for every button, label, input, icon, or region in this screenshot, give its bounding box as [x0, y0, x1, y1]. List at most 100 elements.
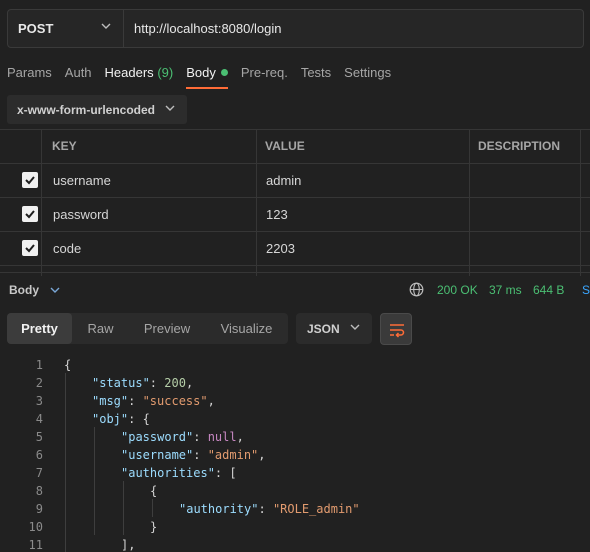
method-select[interactable]: POST	[8, 10, 124, 47]
description-cell[interactable]	[478, 198, 578, 231]
modified-dot-icon	[220, 69, 228, 76]
line-number: 2	[35, 376, 43, 390]
column-divider	[469, 198, 470, 231]
code-line: "obj": {	[92, 412, 150, 426]
key-cell[interactable]: password	[53, 198, 109, 231]
column-divider	[469, 130, 470, 163]
response-size[interactable]: 644 B	[533, 283, 564, 297]
request-bar: POST http://localhost:8080/login	[7, 9, 584, 48]
table-row: code 2203	[0, 232, 590, 266]
headers-count: (9)	[157, 65, 174, 80]
params-table: KEY VALUE DESCRIPTION username admin pas…	[0, 129, 590, 276]
method-label: POST	[18, 21, 54, 36]
url-input[interactable]: http://localhost:8080/login	[124, 10, 281, 47]
row-checkbox[interactable]	[22, 206, 38, 222]
tab-settings[interactable]: Settings	[344, 64, 391, 92]
key-cell[interactable]: code	[53, 232, 81, 265]
format-label: JSON	[307, 321, 340, 336]
description-cell[interactable]	[478, 164, 578, 197]
column-divider	[580, 198, 581, 231]
tab-preview[interactable]: Preview	[129, 313, 205, 344]
status-code[interactable]: 200 OK	[437, 283, 478, 297]
line-number: 9	[35, 502, 43, 516]
checkbox-checked-icon	[25, 176, 35, 185]
body-type-label: x-www-form-urlencoded	[17, 102, 156, 117]
value-cell[interactable]: 123	[266, 198, 288, 231]
value-cell[interactable]: 2203	[266, 232, 295, 265]
line-number: 8	[35, 484, 43, 498]
code-line: "status": 200,	[92, 376, 194, 390]
line-number: 1	[35, 358, 43, 372]
tab-label: Auth	[64, 65, 92, 80]
description-cell[interactable]	[478, 232, 578, 265]
response-bar: Body 200 OK 37 ms 644 B S	[0, 272, 590, 307]
code-line: {	[150, 484, 158, 498]
code-line: "password": null,	[121, 430, 244, 444]
column-divider	[41, 198, 42, 231]
tab-body[interactable]: Body	[186, 64, 228, 92]
column-divider	[256, 232, 257, 265]
tab-raw[interactable]: Raw	[72, 313, 129, 344]
tab-label: Tests	[300, 65, 332, 80]
key-cell[interactable]: username	[53, 164, 111, 197]
line-number: 10	[28, 520, 43, 534]
column-value: VALUE	[265, 139, 305, 153]
column-description: DESCRIPTION	[478, 139, 561, 153]
tab-auth[interactable]: Auth	[65, 64, 92, 92]
tab-pretty[interactable]: Pretty	[7, 313, 72, 344]
indent-guide	[94, 427, 95, 535]
line-number: 5	[35, 430, 43, 444]
tab-label: Settings	[344, 65, 392, 80]
wrap-lines-button[interactable]	[380, 313, 412, 345]
column-key: KEY	[52, 139, 77, 153]
line-number: 11	[28, 538, 43, 552]
chevron-down-icon	[350, 324, 360, 330]
tab-headers[interactable]: Headers (9)	[105, 64, 174, 92]
code-line: "authorities": [	[121, 466, 237, 480]
column-divider	[580, 164, 581, 197]
code-line: ],	[121, 538, 136, 552]
table-header: KEY VALUE DESCRIPTION	[0, 129, 590, 164]
chevron-down-icon	[101, 23, 111, 29]
tab-tests[interactable]: Tests	[301, 64, 331, 92]
column-divider	[469, 232, 470, 265]
response-time[interactable]: 37 ms	[489, 283, 522, 297]
wrap-lines-icon	[390, 324, 405, 338]
column-divider	[469, 164, 470, 197]
url-text: http://localhost:8080/login	[134, 21, 282, 36]
format-select[interactable]: JSON	[296, 313, 372, 344]
active-tab-indicator	[186, 87, 228, 89]
checkbox-checked-icon	[25, 244, 35, 253]
request-tabs: Params Auth Headers (9) Body Pre-req. Te…	[7, 64, 404, 92]
indent-guide	[65, 373, 66, 552]
code-line: "msg": "success",	[92, 394, 215, 408]
save-response-link[interactable]: S	[582, 283, 590, 297]
line-number: 4	[35, 412, 43, 426]
line-number: 6	[35, 448, 43, 462]
column-divider	[580, 232, 581, 265]
column-divider	[41, 130, 42, 163]
code-line: }	[150, 520, 158, 534]
column-divider	[41, 232, 42, 265]
tab-visualize[interactable]: Visualize	[205, 313, 288, 344]
tab-label: Body	[186, 65, 216, 80]
globe-icon[interactable]	[409, 282, 424, 297]
code-line: "authority": "ROLE_admin"	[179, 502, 360, 516]
column-divider	[256, 164, 257, 197]
column-divider	[41, 164, 42, 197]
response-body-viewer[interactable]: 1 { 2 "status": 200, 3 "msg": "success",…	[0, 355, 590, 552]
row-checkbox[interactable]	[22, 240, 38, 256]
tab-params[interactable]: Params	[7, 64, 52, 92]
row-checkbox[interactable]	[22, 172, 38, 188]
value-cell[interactable]: admin	[266, 164, 301, 197]
column-divider	[580, 130, 581, 163]
tab-label: Pre-req.	[240, 65, 288, 80]
indent-guide	[123, 481, 124, 535]
response-section-toggle[interactable]: Body	[9, 283, 60, 297]
column-divider	[256, 130, 257, 163]
tab-pre-request[interactable]: Pre-req.	[241, 64, 288, 92]
body-type-select[interactable]: x-www-form-urlencoded	[7, 95, 187, 124]
code-line: {	[64, 358, 72, 372]
checkbox-checked-icon	[25, 210, 35, 219]
tab-label: Params	[7, 65, 52, 80]
